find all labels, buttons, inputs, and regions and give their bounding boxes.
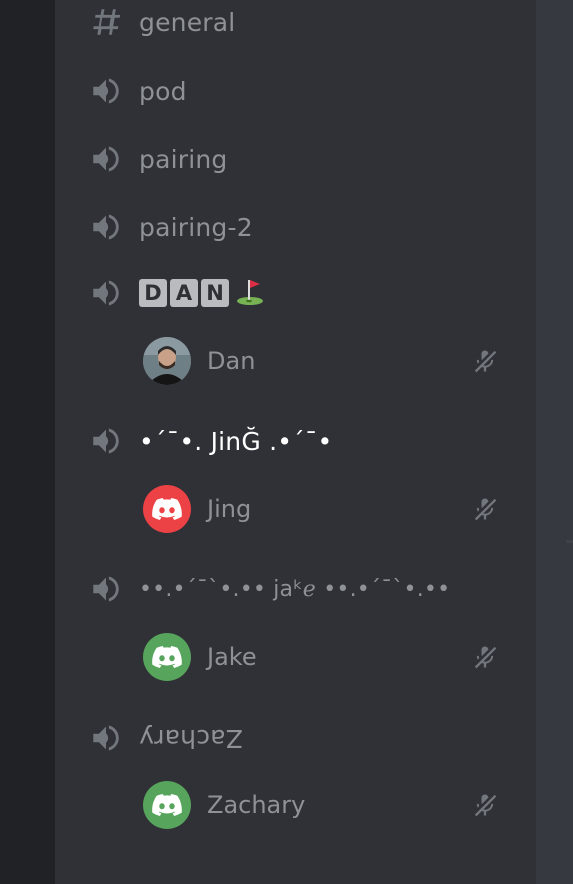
- voice-member-dan[interactable]: Dan: [143, 336, 503, 386]
- channel-pairing-2[interactable]: pairing-2: [88, 205, 518, 249]
- discord-logo-icon: [143, 485, 191, 533]
- channel-name: general: [139, 7, 236, 37]
- voice-member-jake[interactable]: Jake: [143, 632, 503, 682]
- mic-muted-icon: [470, 346, 500, 376]
- avatar: [143, 337, 191, 385]
- speaker-icon: [88, 275, 124, 311]
- member-name: Jake: [207, 643, 257, 671]
- channel-zachary[interactable]: Zachary: [88, 716, 518, 760]
- speaker-icon: [88, 720, 124, 756]
- golf-flag-icon: [235, 276, 265, 310]
- mic-muted-icon: [470, 494, 500, 524]
- voice-member-jing[interactable]: Jing: [143, 484, 503, 534]
- channel-general[interactable]: general: [88, 0, 518, 44]
- server-list-strip: [0, 0, 55, 884]
- letter-badge: D: [139, 279, 167, 307]
- channel-name: •´¯•. JinĞ .•´¯•: [139, 426, 333, 456]
- speaker-icon: [88, 73, 124, 109]
- letter-badge: N: [201, 279, 229, 307]
- discord-logo-icon: [143, 633, 191, 681]
- channel-name: Zachary: [139, 723, 243, 753]
- member-name: Jing: [207, 495, 252, 523]
- discord-logo-icon: [143, 781, 191, 829]
- channel-pairing[interactable]: pairing: [88, 137, 518, 181]
- member-name: Dan: [207, 347, 256, 375]
- voice-member-zachary[interactable]: Zachary: [143, 780, 503, 830]
- speaker-icon: [88, 571, 124, 607]
- channel-dan[interactable]: D A N: [88, 271, 518, 315]
- channel-pod[interactable]: pod: [88, 69, 518, 113]
- channel-name: pairing: [139, 144, 228, 174]
- member-name: Zachary: [207, 791, 306, 819]
- letter-badge: A: [170, 279, 198, 307]
- speaker-icon: [88, 141, 124, 177]
- channel-jake[interactable]: ••.•´¯`•.•• jaᵏℯ ••.•´¯`•.••: [88, 567, 518, 611]
- mic-muted-icon: [470, 790, 500, 820]
- speaker-icon: [88, 423, 124, 459]
- hashtag-icon: [88, 4, 124, 40]
- chat-area: [536, 0, 573, 884]
- mic-muted-icon: [470, 642, 500, 672]
- channel-jing[interactable]: •´¯•. JinĞ .•´¯•: [88, 419, 518, 463]
- speaker-icon: [88, 209, 124, 245]
- channel-name: ••.•´¯`•.•• jaᵏℯ ••.•´¯`•.••: [139, 576, 451, 602]
- letter-badges: D A N: [139, 279, 229, 307]
- channel-name: pod: [139, 76, 187, 106]
- divider: [566, 540, 573, 543]
- channel-name: pairing-2: [139, 212, 253, 242]
